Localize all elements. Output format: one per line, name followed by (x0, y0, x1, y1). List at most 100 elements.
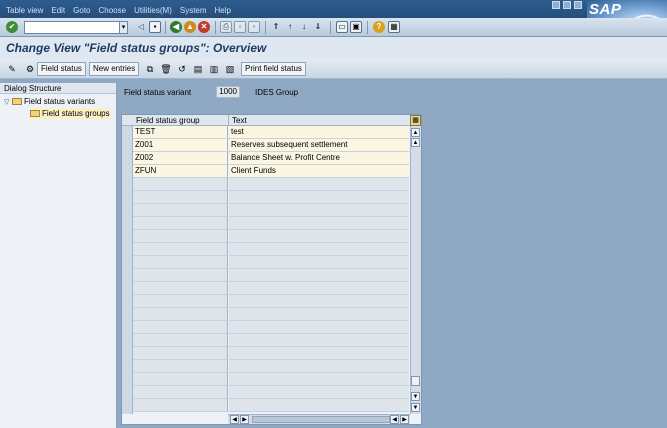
print-field-status-button[interactable]: Print field status (241, 62, 306, 76)
table-row[interactable] (133, 282, 409, 295)
undo-icon[interactable]: ↺ (176, 63, 188, 75)
column-header-text[interactable]: Text (229, 115, 247, 126)
text-cell[interactable] (229, 282, 409, 294)
table-row[interactable] (133, 295, 409, 308)
find-next-icon[interactable]: ▫ (248, 21, 260, 33)
text-cell[interactable]: Client Funds (229, 165, 409, 177)
field-status-group-cell[interactable] (133, 347, 228, 359)
command-history-dropdown[interactable]: ▾ (119, 21, 128, 34)
table-row[interactable] (133, 230, 409, 243)
row-selector-column[interactable] (122, 126, 133, 414)
text-cell[interactable] (229, 230, 409, 242)
menu-edit[interactable]: Edit (47, 6, 69, 15)
maximize-icon[interactable] (563, 1, 571, 9)
text-cell[interactable]: test (229, 126, 409, 138)
customize-layout-icon[interactable]: ▦ (388, 21, 400, 33)
table-row[interactable]: ZFUN Client Funds (133, 165, 409, 178)
table-row[interactable]: TEST test (133, 126, 409, 139)
previous-page-icon[interactable]: ↑ (284, 21, 296, 33)
last-page-icon[interactable]: ⇓ (312, 21, 324, 33)
scroll-right-icon[interactable]: ▶ (240, 415, 249, 424)
field-status-group-cell[interactable] (133, 230, 228, 242)
text-cell[interactable] (229, 334, 409, 346)
table-row[interactable] (133, 217, 409, 230)
scroll-right-end-icon[interactable]: ▶ (400, 415, 409, 424)
expand-triangle-icon[interactable]: ▽ (4, 98, 12, 106)
text-cell[interactable] (229, 191, 409, 203)
table-row[interactable] (133, 308, 409, 321)
scroll-left-end-icon[interactable]: ◀ (390, 415, 399, 424)
table-row[interactable] (133, 321, 409, 334)
field-status-group-cell[interactable] (133, 204, 228, 216)
field-status-group-cell[interactable] (133, 386, 228, 398)
table-row[interactable] (133, 256, 409, 269)
field-status-group-cell[interactable] (133, 321, 228, 333)
horizontal-scrollbar[interactable]: ◀ ▶ ◀ ▶ (228, 414, 410, 424)
create-session-icon[interactable]: ▭ (336, 21, 348, 33)
field-status-group-cell[interactable] (133, 334, 228, 346)
select-block-icon[interactable]: ▥ (208, 63, 220, 75)
field-status-group-cell[interactable] (133, 191, 228, 203)
text-cell[interactable] (229, 243, 409, 255)
field-status-group-cell[interactable] (133, 373, 228, 385)
text-cell[interactable] (229, 321, 409, 333)
field-status-group-cell[interactable] (133, 217, 228, 229)
text-cell[interactable] (229, 204, 409, 216)
exit-icon[interactable]: ▲ (184, 21, 196, 33)
tree-item-field-status-groups[interactable]: Field status groups (30, 108, 110, 119)
text-cell[interactable] (229, 295, 409, 307)
delete-icon[interactable]: 🗑 (160, 63, 172, 75)
menu-choose[interactable]: Choose (95, 6, 131, 15)
table-row[interactable]: Z001 Reserves subsequent settlement (133, 139, 409, 152)
table-row[interactable] (133, 399, 409, 412)
menu-goto[interactable]: Goto (69, 6, 94, 15)
field-status-group-cell[interactable] (133, 360, 228, 372)
table-row[interactable] (133, 360, 409, 373)
table-row[interactable] (133, 334, 409, 347)
field-status-group-cell[interactable]: Z001 (133, 139, 228, 151)
menu-utilities[interactable]: Utilities(M) (130, 6, 176, 15)
field-status-group-cell[interactable]: TEST (133, 126, 228, 138)
text-cell[interactable]: Balance Sheet w. Profit Centre (229, 152, 409, 164)
text-cell[interactable] (229, 386, 409, 398)
new-entries-button[interactable]: New entries (89, 62, 140, 76)
next-page-icon[interactable]: ↓ (298, 21, 310, 33)
table-settings-icon[interactable]: ▦ (410, 115, 421, 126)
tree-item-field-status-variants[interactable]: ▽ Field status variants (4, 96, 95, 107)
field-status-group-cell[interactable] (133, 399, 228, 411)
back-arrow-icon[interactable]: ◁ (135, 21, 147, 33)
scroll-cursor-icon[interactable]: ▲ (411, 138, 420, 147)
scroll-page-down-icon[interactable]: ▼ (411, 392, 420, 401)
text-cell[interactable] (229, 269, 409, 281)
field-status-group-cell[interactable]: ZFUN (133, 165, 228, 177)
table-row[interactable] (133, 191, 409, 204)
text-cell[interactable] (229, 347, 409, 359)
menu-table-view[interactable]: Table view (2, 6, 47, 15)
command-field[interactable] (24, 21, 120, 34)
field-status-group-cell[interactable] (133, 308, 228, 320)
text-cell[interactable] (229, 399, 409, 411)
column-header-field-status-group[interactable]: Field status group (133, 115, 229, 126)
field-status-group-cell[interactable] (133, 243, 228, 255)
field-status-icon[interactable]: ⚙ (24, 63, 36, 75)
select-all-icon[interactable]: ▤ (192, 63, 204, 75)
field-status-group-cell[interactable] (133, 295, 228, 307)
text-cell[interactable] (229, 373, 409, 385)
enter-icon[interactable]: ✔ (6, 21, 18, 33)
deselect-all-icon[interactable]: ▧ (224, 63, 236, 75)
field-status-button[interactable]: Field status (37, 62, 86, 76)
text-cell[interactable] (229, 217, 409, 229)
vertical-scrollbar[interactable]: ▲ ▲ ▼ ▼ (410, 126, 421, 414)
table-row[interactable] (133, 347, 409, 360)
display-change-icon[interactable]: ✎ (6, 63, 18, 75)
cancel-icon[interactable]: ✕ (198, 21, 210, 33)
menu-help[interactable]: Help (211, 6, 235, 15)
table-row[interactable] (133, 386, 409, 399)
horizontal-scroll-thumb[interactable] (252, 416, 390, 423)
field-status-group-cell[interactable] (133, 256, 228, 268)
close-icon[interactable] (574, 1, 582, 9)
text-cell[interactable] (229, 360, 409, 372)
menu-system[interactable]: System (176, 6, 211, 15)
scroll-down-icon[interactable]: ▼ (411, 403, 420, 412)
minimize-icon[interactable] (552, 1, 560, 9)
